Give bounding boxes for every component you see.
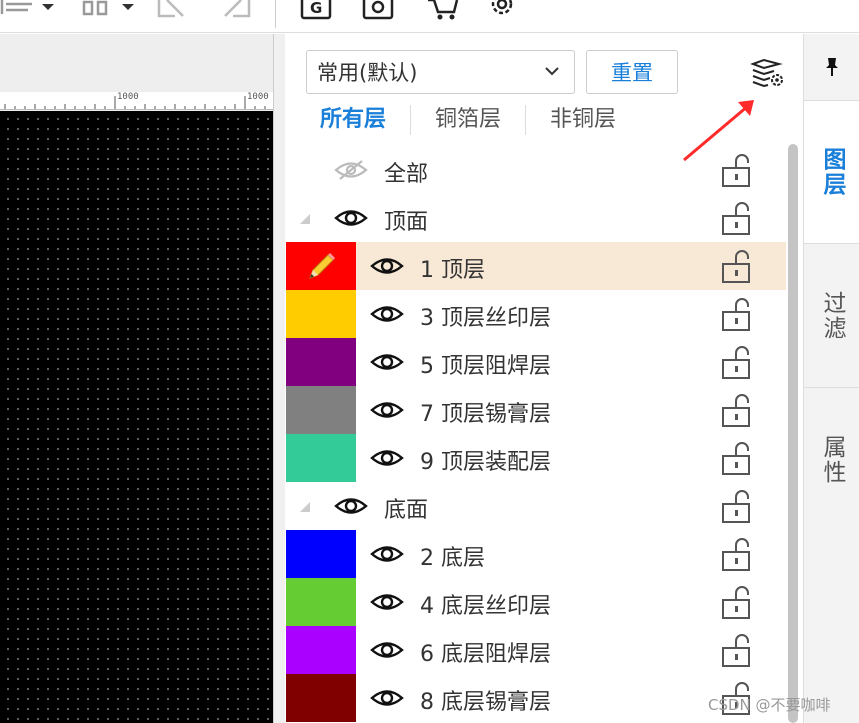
eye-icon[interactable]: [370, 255, 404, 277]
layer-preset-value: 常用(默认): [317, 61, 418, 85]
layer-list: 全部 顶面 1 顶层 3 顶层丝印层 5 顶层阻焊层 7 顶层锡膏层 9 顶层装…: [286, 146, 786, 722]
ruler-label: 1000: [117, 92, 139, 102]
layer-row-top-assembly[interactable]: 9 顶层装配层: [286, 434, 786, 482]
tab-filter[interactable]: 过滤: [804, 243, 859, 387]
watermark-text: CSDN @不要咖啡: [708, 696, 831, 714]
layer-row-bottom[interactable]: 2 底层: [286, 530, 786, 578]
eye-icon[interactable]: [370, 303, 404, 325]
layer-color-swatch[interactable]: [286, 626, 356, 674]
cart-icon[interactable]: [424, 0, 460, 22]
pin-button[interactable]: [804, 34, 859, 100]
layer-list-scrollbar[interactable]: [786, 144, 800, 723]
layer-color-swatch[interactable]: [286, 290, 356, 338]
eye-icon[interactable]: [370, 591, 404, 613]
unlock-icon[interactable]: [719, 394, 755, 428]
layer-color-swatch[interactable]: [286, 530, 356, 578]
tab-all-layers[interactable]: 所有层: [286, 105, 412, 135]
eye-icon[interactable]: [370, 399, 404, 421]
layer-group-label: 顶面: [384, 210, 429, 235]
distribute-icon[interactable]: [80, 0, 140, 20]
unlock-icon[interactable]: [719, 634, 755, 668]
unlock-icon[interactable]: [719, 442, 755, 476]
layer-label: 2 底层: [420, 546, 485, 571]
layer-label: 8 底层锡膏层: [420, 690, 551, 715]
layer-label: 4 底层丝印层: [420, 594, 551, 619]
unlock-icon[interactable]: [719, 538, 755, 572]
layer-label: 9 顶层装配层: [420, 450, 551, 475]
layer-row-bottom-silkscreen[interactable]: 4 底层丝印层: [286, 578, 786, 626]
tab-properties[interactable]: 属性: [804, 387, 859, 531]
top-toolbar: G: [0, 0, 859, 33]
unlock-icon[interactable]: [719, 490, 755, 524]
layer-panel: 常用(默认) 重置 所有层 铜箔层 非铜层 全部 顶面 1 顶层 3 顶层丝印层…: [286, 34, 803, 723]
flip-v-icon[interactable]: [215, 0, 255, 20]
unlock-icon[interactable]: [719, 154, 755, 188]
unlock-icon[interactable]: [719, 346, 755, 380]
layer-filter-tabs: 所有层 铜箔层 非铜层: [286, 100, 640, 140]
layer-row-top[interactable]: 1 顶层: [286, 242, 786, 290]
gerber-letter: G: [310, 0, 323, 17]
toolbar-divider: [275, 0, 276, 28]
eye-icon[interactable]: [370, 639, 404, 661]
layer-row-top-soldermask[interactable]: 5 顶层阻焊层: [286, 338, 786, 386]
eye-icon[interactable]: [370, 447, 404, 469]
unlock-icon[interactable]: [719, 202, 755, 236]
flip-h-icon[interactable]: [155, 0, 191, 20]
layer-row-top-silkscreen[interactable]: 3 顶层丝印层: [286, 290, 786, 338]
layer-label: 7 顶层锡膏层: [420, 402, 551, 427]
layer-group-top[interactable]: 顶面: [286, 194, 786, 242]
unlock-icon[interactable]: [719, 586, 755, 620]
layer-row-bottom-soldermask[interactable]: 6 底层阻焊层: [286, 626, 786, 674]
layer-label: 1 顶层: [420, 258, 485, 283]
eye-hidden-icon[interactable]: [334, 159, 368, 181]
tab-non-copper-layers[interactable]: 非铜层: [526, 105, 640, 135]
unlock-icon[interactable]: [719, 250, 755, 284]
horizontal-ruler: 1000 1000: [0, 92, 273, 110]
ruler-label: 1000: [247, 92, 269, 102]
app-window: G 1000 1000 常用(默认) 重置 所有层 铜箔层 非铜层 全部 顶面 …: [0, 0, 859, 723]
layer-group-label: 底面: [384, 498, 429, 523]
gerber-icon[interactable]: G: [298, 0, 334, 22]
pcb-canvas[interactable]: [0, 111, 273, 723]
reset-button[interactable]: 重置: [586, 50, 678, 94]
layer-label: 全部: [384, 162, 429, 187]
settings-icon[interactable]: [484, 0, 520, 22]
collapse-triangle-icon[interactable]: [298, 500, 312, 514]
layer-color-swatch[interactable]: [286, 578, 356, 626]
scrollbar-thumb[interactable]: [788, 144, 798, 723]
pcb-editor-area: 1000 1000: [0, 34, 273, 723]
pencil-icon: [309, 253, 335, 279]
layer-preset-select[interactable]: 常用(默认): [306, 50, 575, 94]
eye-icon[interactable]: [370, 687, 404, 709]
layer-label: 6 底层阻焊层: [420, 642, 551, 667]
unlock-icon[interactable]: [719, 298, 755, 332]
side-tab-bar: 图层 过滤 属性: [803, 34, 859, 723]
layer-settings-button[interactable]: [748, 54, 788, 94]
layer-color-swatch[interactable]: [286, 434, 356, 482]
chevron-down-icon: [545, 67, 559, 76]
layer-row-all[interactable]: 全部: [286, 146, 786, 194]
tab-layers[interactable]: 图层: [804, 100, 859, 243]
align-icon[interactable]: [0, 0, 60, 20]
gear-box-icon[interactable]: [360, 0, 396, 22]
eye-icon[interactable]: [334, 207, 368, 229]
layer-settings-icon: [750, 58, 783, 88]
layer-group-bottom[interactable]: 底面: [286, 482, 786, 530]
collapse-triangle-icon[interactable]: [298, 212, 312, 226]
eye-icon[interactable]: [334, 495, 368, 517]
eye-icon[interactable]: [370, 543, 404, 565]
layer-color-swatch[interactable]: [286, 338, 356, 386]
layer-label: 5 顶层阻焊层: [420, 354, 551, 379]
layer-color-swatch[interactable]: [286, 674, 356, 722]
panel-splitter[interactable]: [273, 34, 285, 723]
pin-icon: [826, 58, 838, 76]
layer-label: 3 顶层丝印层: [420, 306, 551, 331]
layer-color-swatch[interactable]: [286, 386, 356, 434]
eye-icon[interactable]: [370, 351, 404, 373]
layer-row-top-paste[interactable]: 7 顶层锡膏层: [286, 386, 786, 434]
tab-copper-layers[interactable]: 铜箔层: [411, 105, 527, 135]
